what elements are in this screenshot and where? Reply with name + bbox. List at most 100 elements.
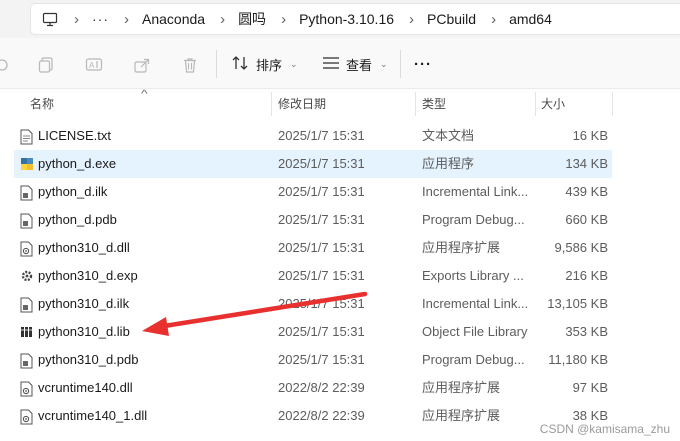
- file-size: 13,105 KB: [547, 296, 608, 311]
- dll-file-icon: [20, 409, 34, 425]
- file-size: 134 KB: [565, 156, 608, 171]
- toolbar-divider: [400, 50, 401, 78]
- dll-file-icon: [20, 381, 34, 397]
- file-date: 2025/1/7 15:31: [278, 324, 365, 339]
- file-type: 应用程序: [422, 156, 475, 171]
- view-button[interactable]: 查看 ⌄: [322, 51, 388, 77]
- chevron-right-icon: ›: [409, 10, 415, 28]
- view-button-label: 查看: [346, 57, 373, 73]
- breadcrumb-item-pcbuild[interactable]: PCbuild: [427, 11, 476, 27]
- column-header-date[interactable]: 修改日期: [278, 90, 326, 118]
- file-type: Incremental Link...: [422, 184, 529, 199]
- breadcrumb-item-amd64[interactable]: amd64: [509, 11, 552, 27]
- chevron-right-icon: ›: [124, 10, 129, 28]
- file-date: 2025/1/7 15:31: [278, 156, 365, 171]
- file-name: python_d.exe: [38, 156, 117, 171]
- more-options-button[interactable]: ···: [414, 51, 432, 77]
- chevron-right-icon: ›: [220, 10, 226, 28]
- file-date: 2022/8/2 22:39: [278, 380, 365, 395]
- file-row[interactable]: python310_d.dll 2025/1/7 15:31 应用程序扩展 9,…: [14, 234, 612, 262]
- file-type: Program Debug...: [422, 352, 525, 367]
- column-resize-handle[interactable]: [612, 92, 613, 116]
- sort-ascending-icon: ^: [141, 89, 148, 100]
- watermark: CSDN @kamisama_zhu: [539, 422, 670, 436]
- file-size: 439 KB: [565, 184, 608, 199]
- generic-file-icon: [20, 185, 34, 201]
- file-name: LICENSE.txt: [38, 128, 111, 143]
- file-row[interactable]: python310_d.exp 2025/1/7 15:31 Exports L…: [14, 262, 612, 290]
- file-row-selected[interactable]: python_d.exe 2025/1/7 15:31 应用程序 134 KB: [14, 150, 612, 178]
- file-size: 97 KB: [572, 380, 608, 395]
- address-bar-area: › ··· › Anaconda › 圆吗 › Python-3.10.16 ›…: [0, 0, 680, 38]
- file-size: 9,586 KB: [554, 240, 609, 255]
- delete-icon[interactable]: [180, 55, 200, 75]
- chevron-down-icon: ⌄: [290, 58, 298, 69]
- file-type: Incremental Link...: [422, 296, 529, 311]
- exp-file-icon: [20, 269, 34, 285]
- file-row[interactable]: python_d.ilk 2025/1/7 15:31 Incremental …: [14, 178, 612, 206]
- lib-file-icon: [20, 325, 34, 341]
- breadcrumb-overflow[interactable]: ···: [92, 11, 109, 27]
- chevron-right-icon: ›: [74, 10, 79, 28]
- file-row[interactable]: python310_d.ilk 2025/1/7 15:31 Increment…: [14, 290, 612, 318]
- file-size: 353 KB: [565, 324, 608, 339]
- command-toolbar: A 排序 ⌄ 查看 ⌄ ···: [0, 38, 680, 89]
- generic-file-icon: [20, 353, 34, 369]
- column-header-type[interactable]: 类型: [422, 90, 446, 118]
- file-date: 2025/1/7 15:31: [278, 352, 365, 367]
- file-size: 11,180 KB: [548, 352, 608, 367]
- file-name: python310_d.pdb: [38, 352, 139, 367]
- file-type: 应用程序扩展: [422, 240, 501, 255]
- file-name: python310_d.ilk: [38, 296, 130, 311]
- file-date: 2025/1/7 15:31: [278, 268, 365, 283]
- file-row[interactable]: LICENSE.txt 2025/1/7 15:31 文本文档 16 KB: [14, 122, 612, 150]
- file-type: Object File Library: [422, 324, 528, 339]
- svg-text:A: A: [89, 61, 95, 70]
- file-size: 660 KB: [565, 212, 608, 227]
- file-type: 文本文档: [422, 128, 475, 143]
- rename-icon[interactable]: A: [84, 55, 104, 75]
- dll-file-icon: [20, 241, 34, 257]
- file-name: python_d.pdb: [38, 212, 117, 227]
- file-size: 16 KB: [572, 128, 608, 143]
- file-name: python_d.ilk: [38, 184, 108, 199]
- file-date: 2025/1/7 15:31: [278, 296, 365, 311]
- file-row[interactable]: python_d.pdb 2025/1/7 15:31 Program Debu…: [14, 206, 612, 234]
- file-name: python310_d.lib: [38, 324, 130, 339]
- copy-icon[interactable]: [36, 55, 56, 75]
- sort-button-label: 排序: [256, 57, 283, 73]
- text-file-icon: [20, 129, 34, 145]
- sort-button[interactable]: 排序 ⌄: [232, 51, 298, 77]
- generic-file-icon: [20, 213, 34, 229]
- file-type: 应用程序扩展: [422, 380, 501, 395]
- breadcrumb-item-folder[interactable]: 圆吗: [238, 9, 266, 29]
- column-header-row: 名称 修改日期 类型 大小: [0, 90, 680, 118]
- file-row[interactable]: python310_d.lib 2025/1/7 15:31 Object Fi…: [14, 318, 612, 346]
- file-row[interactable]: python310_d.pdb 2025/1/7 15:31 Program D…: [14, 346, 612, 374]
- column-resize-handle[interactable]: [271, 92, 272, 116]
- cut-icon[interactable]: [0, 55, 12, 75]
- file-name: python310_d.dll: [38, 240, 130, 255]
- breadcrumb-item-anaconda[interactable]: Anaconda: [142, 11, 205, 27]
- file-type: Program Debug...: [422, 212, 525, 227]
- breadcrumb-item-python[interactable]: Python-3.10.16: [299, 11, 394, 27]
- column-header-size[interactable]: 大小: [541, 90, 565, 118]
- file-date: 2025/1/7 15:31: [278, 240, 365, 255]
- file-date: 2025/1/7 15:31: [278, 184, 365, 199]
- file-row[interactable]: vcruntime140.dll 2022/8/2 22:39 应用程序扩展 9…: [14, 374, 612, 402]
- breadcrumb[interactable]: › ··· › Anaconda › 圆吗 › Python-3.10.16 ›…: [30, 3, 680, 35]
- file-size: 216 KB: [565, 268, 608, 283]
- column-header-name[interactable]: 名称: [30, 90, 54, 118]
- chevron-down-icon: ⌄: [380, 58, 388, 69]
- share-icon[interactable]: [132, 55, 152, 75]
- computer-icon[interactable]: [41, 10, 59, 28]
- file-date: 2022/8/2 22:39: [278, 408, 365, 423]
- file-name: python310_d.exp: [38, 268, 138, 283]
- column-resize-handle[interactable]: [415, 92, 416, 116]
- file-name: vcruntime140.dll: [38, 380, 133, 395]
- toolbar-divider: [216, 50, 217, 78]
- file-row[interactable]: vcruntime140_1.dll 2022/8/2 22:39 应用程序扩展…: [14, 402, 612, 430]
- column-resize-handle[interactable]: [535, 92, 536, 116]
- file-date: 2025/1/7 15:31: [278, 212, 365, 227]
- python-exe-icon: [20, 157, 34, 173]
